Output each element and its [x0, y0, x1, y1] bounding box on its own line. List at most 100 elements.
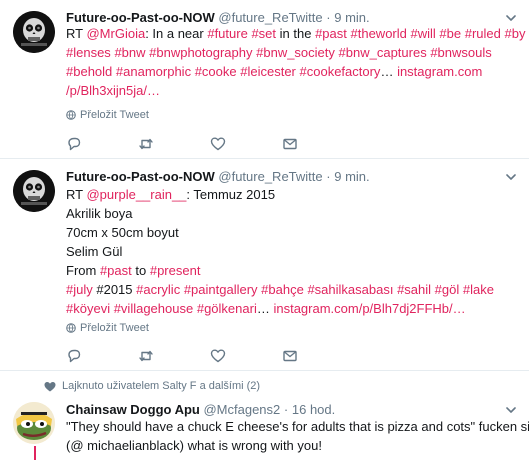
hashtag-link[interactable]: #bnw	[114, 45, 145, 60]
hashtag-link[interactable]: #bnw_society	[256, 45, 335, 60]
hashtag-link[interactable]: #past	[100, 263, 132, 278]
text-line: #lenses #bnw #bnwphotography #bnw_societ…	[66, 43, 516, 62]
hashtag-link[interactable]: #gölkenari	[197, 301, 257, 316]
text-segment: "They should have a chuck E cheese's for…	[66, 419, 529, 434]
hashtag-link[interactable]: #sahil	[397, 282, 431, 297]
hashtag-link[interactable]: #present	[150, 263, 201, 278]
hashtag-link[interactable]: #göl	[435, 282, 460, 297]
timestamp[interactable]: 9 min.	[334, 169, 369, 184]
text-line: #july #2015 #acrylic #paintgallery #bahç…	[66, 280, 516, 299]
text-segment: From	[66, 263, 100, 278]
reply-icon[interactable]	[66, 348, 82, 364]
hashtag-link[interactable]: #paintgallery	[184, 282, 258, 297]
avatar[interactable]	[13, 170, 55, 212]
text-line: Selim Gül	[66, 242, 516, 261]
hashtag-link[interactable]: #bnw_captures	[339, 45, 427, 60]
tweet-header: Chainsaw Doggo Apu @Mcfagens2 · 16 hod.	[66, 402, 335, 418]
hashtag-link[interactable]: #cookefactory	[300, 64, 381, 79]
mention-link[interactable]: @purple__rain__	[86, 187, 186, 202]
text-line: Akrilik boya	[66, 204, 516, 223]
chevron-down-icon[interactable]	[505, 404, 517, 416]
hashtag-link[interactable]: #köyevi	[66, 301, 110, 316]
text-line: #behold #anamorphic #cooke #leicester #c…	[66, 62, 516, 81]
text-segment: …	[256, 301, 274, 316]
url-link[interactable]: instagram.com/p/Blh7dj2FFHb/…	[273, 301, 465, 316]
text-segment: Akrilik boya	[66, 206, 133, 221]
separator-dot: ·	[326, 10, 331, 25]
text-segment: : Temmuz 2015	[186, 187, 276, 202]
url-link[interactable]: /p/Blh3xijn5ja/…	[66, 83, 160, 98]
translate-link[interactable]: Přeložit Tweet	[66, 108, 149, 122]
author-handle[interactable]: @Mcfagens2	[203, 402, 280, 417]
hashtag-link[interactable]: #acrylic	[136, 282, 180, 297]
hashtag-link[interactable]: #set	[251, 26, 276, 41]
tweet-2[interactable]: Future-oo-Past-oo-NOW @future_ReTwitte ·…	[0, 159, 529, 370]
text-segment: : In a near	[145, 26, 208, 41]
hashtag-link[interactable]: #sahilkasabası	[307, 282, 393, 297]
hashtag-link[interactable]: #anamorphic	[116, 64, 191, 79]
text-segment: …	[380, 64, 398, 79]
text-segment: to	[131, 263, 150, 278]
hashtag-link[interactable]: #bnwphotography	[149, 45, 252, 60]
hashtag-link[interactable]: #ruled	[465, 26, 501, 41]
text-line: /p/Blh3xijn5ja/…	[66, 81, 516, 100]
text-line: #köyevi #villagehouse #gölkenari… instag…	[66, 299, 516, 318]
hashtag-link[interactable]: #by	[505, 26, 526, 41]
hashtag-link[interactable]: #future	[207, 26, 247, 41]
hashtag-link[interactable]: #cooke	[195, 64, 237, 79]
skull-avatar-icon	[13, 11, 55, 53]
tweet-1[interactable]: Future-oo-Past-oo-NOW @future_ReTwitte ·…	[0, 0, 529, 158]
like-icon[interactable]	[210, 136, 226, 152]
hashtag-link[interactable]: #bnwsouls	[430, 45, 491, 60]
hashtag-link[interactable]: #theworld	[351, 26, 407, 41]
tweet-3[interactable]: Chainsaw Doggo Apu @Mcfagens2 · 16 hod. …	[0, 371, 529, 460]
hashtag-link[interactable]: #lenses	[66, 45, 111, 60]
hashtag-link[interactable]: #behold	[66, 64, 112, 79]
author-name[interactable]: Future-oo-Past-oo-NOW	[66, 169, 215, 184]
retweet-icon[interactable]	[138, 348, 154, 364]
hashtag-link[interactable]: #bahçe	[261, 282, 304, 297]
thread-line	[34, 446, 36, 460]
text-line: RT @MrGioia: In a near #future #set in t…	[66, 24, 525, 43]
tweet-text: "They should have a chuck E cheese's for…	[66, 417, 529, 455]
hashtag-link[interactable]: #villagehouse	[114, 301, 194, 316]
text-line: (@ michaelianblack) what is wrong with y…	[66, 436, 516, 455]
url-link[interactable]: instagram.com	[397, 64, 482, 79]
reply-icon[interactable]	[66, 136, 82, 152]
timestamp[interactable]: 9 min.	[334, 10, 369, 25]
hashtag-link[interactable]: #leicester	[240, 64, 296, 79]
text-line: RT @purple__rain__: Temmuz 2015	[66, 185, 516, 204]
text-segment: 70cm x 50cm boyut	[66, 225, 179, 240]
avatar[interactable]	[13, 402, 55, 444]
globe-icon	[66, 323, 76, 333]
chevron-down-icon[interactable]	[505, 171, 517, 183]
author-handle[interactable]: @future_ReTwitte	[218, 10, 322, 25]
text-segment: RT	[66, 187, 87, 202]
text-segment: in the	[276, 26, 316, 41]
hashtag-link[interactable]: #past	[315, 26, 347, 41]
hashtag-link[interactable]: #july	[66, 282, 93, 297]
globe-icon	[66, 110, 76, 120]
hashtag-link[interactable]: #will	[411, 26, 436, 41]
tweet-text: RT @purple__rain__: Temmuz 2015 Akrilik b…	[66, 185, 516, 318]
author-name[interactable]: Chainsaw Doggo Apu	[66, 402, 200, 417]
skull-avatar-icon	[13, 170, 55, 212]
avatar[interactable]	[13, 11, 55, 53]
message-icon[interactable]	[282, 348, 298, 364]
tweet-actions	[66, 348, 326, 364]
retweet-icon[interactable]	[138, 136, 154, 152]
message-icon[interactable]	[282, 136, 298, 152]
like-icon[interactable]	[210, 348, 226, 364]
timestamp[interactable]: 16 hod.	[292, 402, 335, 417]
translate-link[interactable]: Přeložit Tweet	[66, 321, 149, 335]
author-handle[interactable]: @future_ReTwitte	[218, 169, 322, 184]
hashtag-link[interactable]: #lake	[463, 282, 494, 297]
mention-link[interactable]: @MrGioia	[86, 26, 145, 41]
text-segment: Selim Gül	[66, 244, 123, 259]
hashtag-link[interactable]: #be	[439, 26, 461, 41]
text-segment: #2015	[92, 282, 137, 297]
chevron-down-icon[interactable]	[505, 12, 517, 24]
author-name[interactable]: Future-oo-Past-oo-NOW	[66, 10, 215, 25]
translate-label: Přeložit Tweet	[80, 322, 149, 334]
frog-avatar-icon	[13, 402, 55, 444]
